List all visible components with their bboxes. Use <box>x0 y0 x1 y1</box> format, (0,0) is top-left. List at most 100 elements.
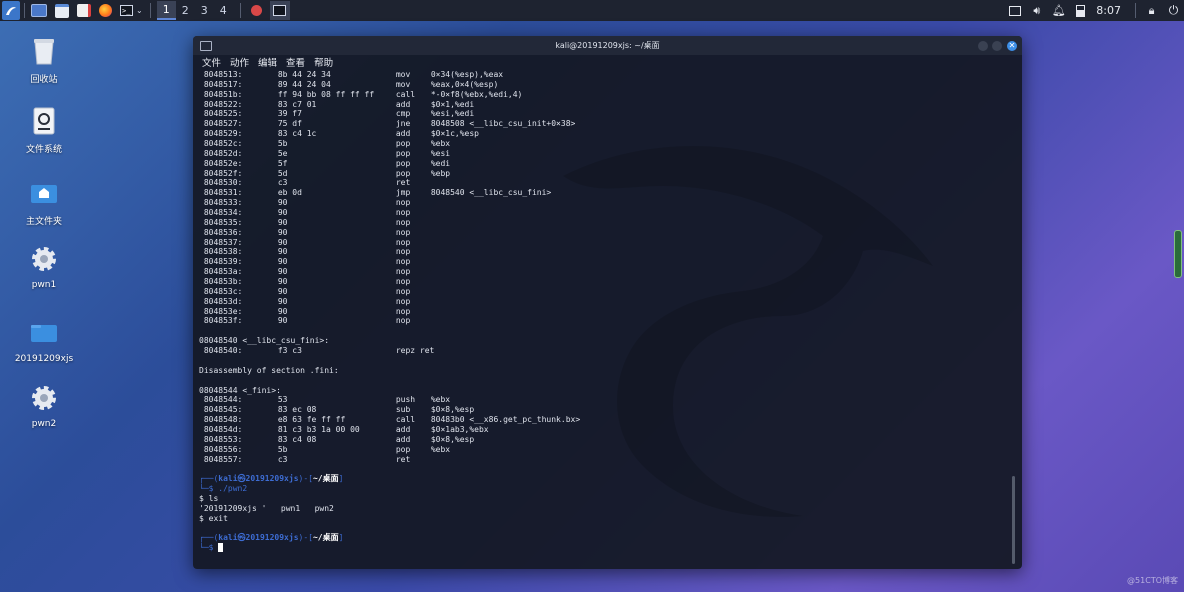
show-desktop-icon[interactable] <box>31 2 47 19</box>
disasm-cell: 8048529: <box>203 129 243 139</box>
disasm-cell: 804852d: <box>203 148 243 158</box>
disasm-cell: 81 c3 b3 1a 00 00 <box>277 424 360 434</box>
desktop-icon-home[interactable]: 主文件夹 <box>8 178 80 227</box>
text-editor-icon[interactable] <box>77 2 91 19</box>
workspace-3[interactable]: 3 <box>195 1 214 20</box>
workspace-2[interactable]: 2 <box>176 1 195 20</box>
disasm-cell: ret <box>395 178 411 188</box>
disasm-cell: 90 <box>277 306 288 316</box>
disasm-line: 804852c: 5b pop %ebx <box>199 139 1009 149</box>
prompt-arrow: └─$ <box>199 484 219 494</box>
text-cursor <box>218 543 224 553</box>
terminal-scrollbar[interactable] <box>1012 476 1015 564</box>
prompt-part: ┌──( <box>199 533 219 543</box>
menu-actions[interactable]: 动作 <box>230 55 249 69</box>
close-button[interactable]: ✕ <box>1007 41 1017 51</box>
bell-icon[interactable]: 🔔︎ <box>1052 4 1066 17</box>
maximize-button[interactable] <box>992 41 1002 51</box>
window-titlebar[interactable]: kali@20191209xjs: ~/桌面 ✕ <box>193 36 1022 55</box>
disasm-cell: 8048536: <box>203 227 243 237</box>
desktop-icon-trash[interactable]: 回收站 <box>8 36 80 85</box>
menu-edit[interactable]: 编辑 <box>258 55 277 69</box>
disasm-cell: %esi,%edi <box>430 109 475 119</box>
disasm-cell: $0×1ab3,%ebx <box>430 424 489 434</box>
disasm-line: 8048556: 5b pop %ebx <box>199 445 1009 455</box>
prompt-part: kali㉿20191209xjs <box>218 533 299 543</box>
disasm-cell: 5f <box>277 158 288 168</box>
gear-icon <box>29 244 59 274</box>
disasm-line: 804852d: 5e pop %esi <box>199 149 1009 159</box>
task-terminal-icon[interactable] <box>269 1 290 20</box>
workspace-4[interactable]: 4 <box>214 1 233 20</box>
volume-icon[interactable]: 🔊︎ <box>1030 4 1043 17</box>
prompt-input-line[interactable]: └─$ <box>199 543 1009 553</box>
taskbar-separator <box>239 3 241 18</box>
disasm-cell: call <box>395 415 416 425</box>
disasm-line: 8048553: 83 c4 08 add $0×8,%esp <box>199 435 1009 445</box>
battery-icon[interactable] <box>1074 4 1087 17</box>
terminal-icon[interactable]: >_ <box>120 2 133 19</box>
disasm-line: 804852f: 5d pop %ebp <box>199 169 1009 179</box>
menu-file[interactable]: 文件 <box>202 55 221 69</box>
menu-help[interactable]: 帮助 <box>314 55 333 69</box>
disasm-cell: 90 <box>277 277 288 287</box>
disasm-cell: 75 df <box>277 119 302 129</box>
desktop-icon-label: 主文件夹 <box>25 217 62 227</box>
chevron-down-icon[interactable]: ⌄ <box>136 2 143 19</box>
disasm-cell: 5b <box>277 444 288 454</box>
disasm-cell: repz ret <box>395 346 435 356</box>
disasm-cell: 5d <box>277 168 288 178</box>
terminal-window[interactable]: kali@20191209xjs: ~/桌面 ✕ 文件 动作 编辑 查看 帮助 … <box>193 36 1022 569</box>
disasm-cell: eb 0d <box>277 188 302 198</box>
clock[interactable]: 8:07 <box>1096 4 1121 17</box>
firefox-icon[interactable] <box>99 2 112 19</box>
system-tray: 🔊︎ 🔔︎ 8:07 🔒︎ ⏻ <box>1008 0 1180 21</box>
power-icon[interactable]: ⏻ <box>1167 3 1180 17</box>
desktop-icon-pwn1[interactable]: pwn1 <box>8 244 80 290</box>
prompt-part: kali㉿20191209xjs <box>218 474 299 484</box>
disasm-cell: nop <box>395 306 411 316</box>
desktop-icon-pwn2[interactable]: pwn2 <box>8 383 80 429</box>
disasm-cell: 90 <box>277 316 288 326</box>
disasm-line: 8048540: f3 c3 repz ret <box>199 346 1009 356</box>
disasm-cell: 90 <box>277 267 288 277</box>
minimize-button[interactable] <box>978 41 988 51</box>
shell-line: $ ls <box>199 493 219 503</box>
folder-icon <box>29 318 59 348</box>
menu-view[interactable]: 查看 <box>286 55 305 69</box>
disasm-line: 804852e: 5f pop %edi <box>199 159 1009 169</box>
disasm-cell: 8048538: <box>203 247 243 257</box>
disasm-cell: nop <box>395 247 411 257</box>
workspace-1[interactable]: 1 <box>156 1 176 20</box>
disasm-cell: 83 c4 08 <box>277 434 317 444</box>
file-manager-icon[interactable] <box>55 2 69 19</box>
watermark: @51CTO博客 <box>1127 576 1178 585</box>
disasm-cell: %ebx <box>430 139 451 149</box>
taskbar-separator <box>1135 3 1136 18</box>
shell-line: $ exit <box>199 513 228 523</box>
disasm-line: 8048525: 39 f7 cmp %esi,%edi <box>199 109 1009 119</box>
lock-icon[interactable]: 🔒︎ <box>1145 4 1158 17</box>
app-launcher-icon[interactable] <box>2 1 20 20</box>
side-panel-handle[interactable] <box>1174 230 1182 278</box>
disasm-cell: 804853b: <box>203 277 243 287</box>
disasm-cell: 8b 44 24 34 <box>277 70 331 79</box>
terminal-output[interactable]: 8048513: 8b 44 24 34 mov 0×34(%esp),%eax 80… <box>199 70 1009 565</box>
desktop-icon-filesystem[interactable]: 文件系统 <box>8 106 80 155</box>
disasm-cell: 804853e: <box>203 306 243 316</box>
disasm-cell: nop <box>395 217 411 227</box>
disasm-line: 804853b: 90 nop <box>199 277 1009 287</box>
disasm-cell: cmp <box>395 109 411 119</box>
prompt-input-line[interactable]: └─$ ./pwn2 <box>199 484 1009 494</box>
task-dragon-icon[interactable] <box>250 2 262 19</box>
desktop-icon-folder[interactable]: 20191209xjs <box>8 318 80 364</box>
desktop-icon-label: pwn2 <box>31 419 57 429</box>
window-title: kali@20191209xjs: ~/桌面 <box>555 41 660 50</box>
desktop-icon-label: 回收站 <box>30 75 58 85</box>
display-icon[interactable] <box>1008 5 1021 16</box>
disasm-cell: jne <box>395 119 411 129</box>
disasm-cell: %esi <box>430 148 451 158</box>
disasm-cell: push <box>395 395 416 405</box>
disasm-line: 8048533: 90 nop <box>199 198 1009 208</box>
